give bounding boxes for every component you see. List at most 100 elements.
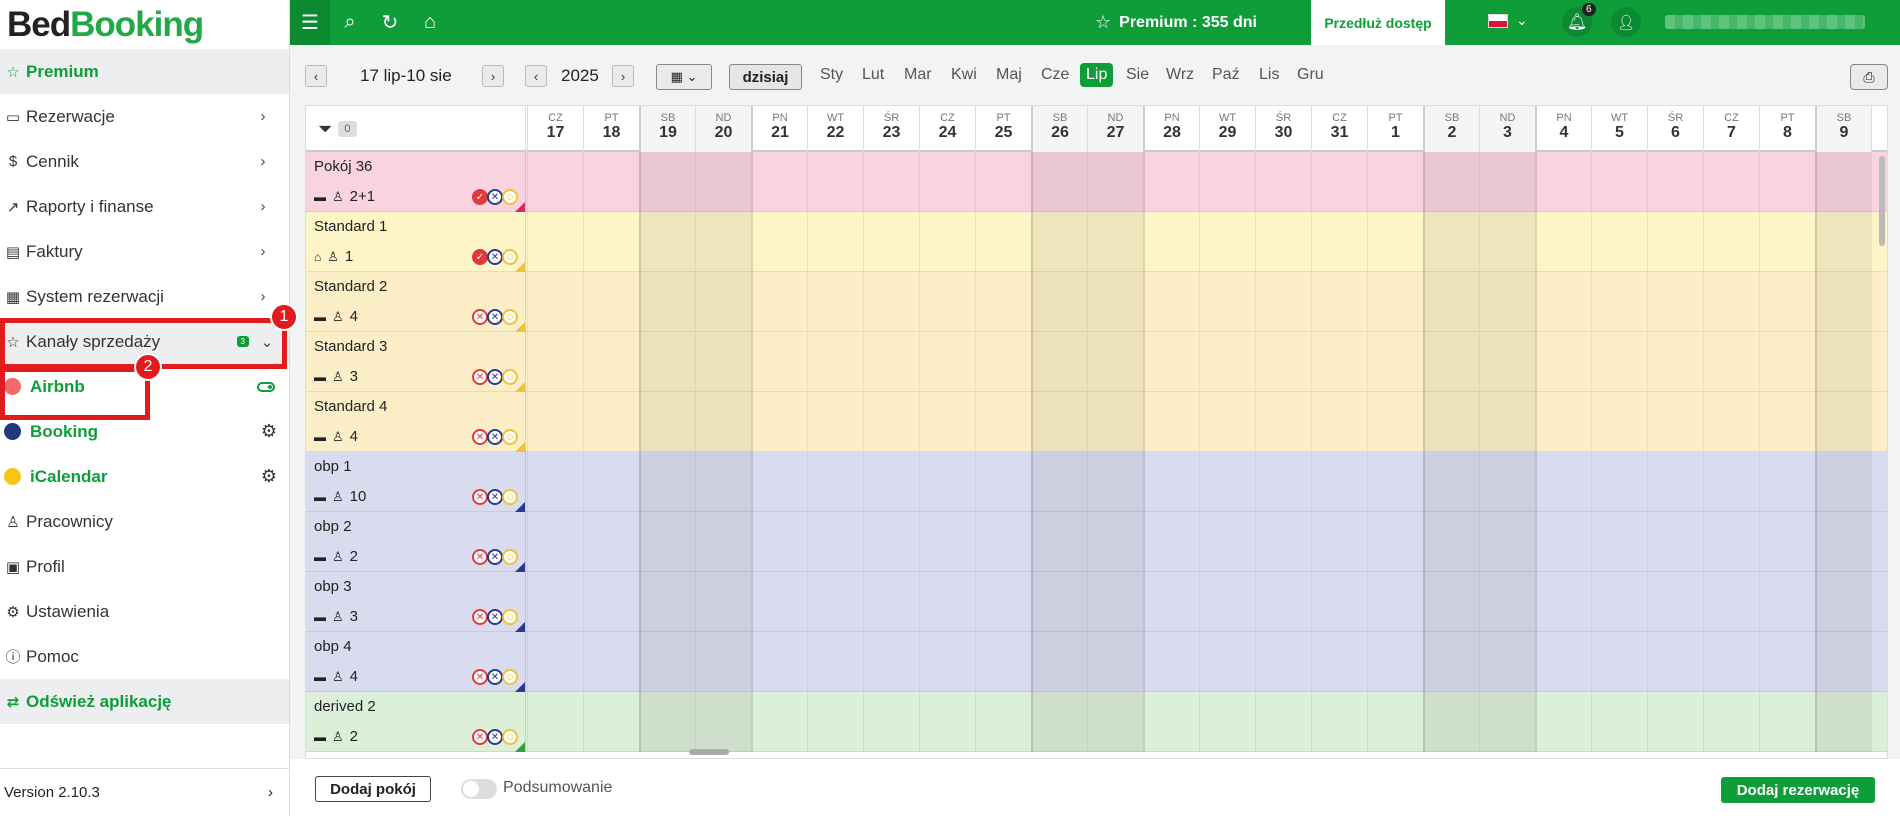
day-cell[interactable] xyxy=(1255,392,1311,452)
day-cell[interactable] xyxy=(1087,212,1143,272)
day-cell[interactable] xyxy=(1031,632,1087,692)
day-cell[interactable] xyxy=(863,392,919,452)
day-cell[interactable] xyxy=(1647,272,1703,332)
day-cell[interactable] xyxy=(583,152,639,212)
day-cell[interactable] xyxy=(1703,512,1759,572)
day-cell[interactable] xyxy=(919,632,975,692)
day-cell[interactable] xyxy=(1647,692,1703,752)
day-cell[interactable] xyxy=(1647,212,1703,272)
day-cell[interactable] xyxy=(1871,692,1887,752)
day-cell[interactable] xyxy=(1031,272,1087,332)
day-cell[interactable] xyxy=(751,332,807,392)
day-cell[interactable] xyxy=(1591,212,1647,272)
day-cell[interactable] xyxy=(1535,332,1591,392)
close-icon[interactable]: ✕ xyxy=(487,369,503,385)
sidebar-item-profil[interactable]: ▣ Profil xyxy=(0,544,289,589)
room-label[interactable]: Standard 3 ▬ ♙ 3 ✕ ✕ ☺ xyxy=(306,332,526,392)
day-cell[interactable] xyxy=(527,392,583,452)
user-name-blurred[interactable] xyxy=(1665,15,1865,29)
horizontal-scrollbar[interactable] xyxy=(689,749,729,755)
prev-range-button[interactable]: ‹ xyxy=(305,65,327,87)
sidebar-item-pracownicy[interactable]: ♙ Pracownicy xyxy=(0,499,289,544)
day-cell[interactable] xyxy=(1087,152,1143,212)
day-cell[interactable] xyxy=(863,692,919,752)
day-cell[interactable] xyxy=(1703,392,1759,452)
day-cell[interactable] xyxy=(1647,572,1703,632)
close-icon[interactable]: ✕ xyxy=(472,489,488,505)
day-cell[interactable] xyxy=(1367,332,1423,392)
day-cell[interactable] xyxy=(751,392,807,452)
day-cell[interactable] xyxy=(1815,152,1871,212)
day-cell[interactable] xyxy=(1759,632,1815,692)
day-cell[interactable] xyxy=(751,272,807,332)
close-icon[interactable]: ✕ xyxy=(487,669,503,685)
sidebar-item-premium[interactable]: ☆ Premium xyxy=(0,49,289,94)
day-cell[interactable] xyxy=(1087,332,1143,392)
day-cell[interactable] xyxy=(583,692,639,752)
day-cell[interactable] xyxy=(1647,332,1703,392)
calendar-picker-button[interactable]: ▦ ⌄ xyxy=(656,64,712,90)
day-cell[interactable] xyxy=(1535,572,1591,632)
day-cell[interactable] xyxy=(1311,152,1367,212)
day-cell[interactable] xyxy=(1815,212,1871,272)
day-cell[interactable] xyxy=(807,212,863,272)
day-cell[interactable] xyxy=(1031,572,1087,632)
day-cell[interactable] xyxy=(639,692,695,752)
day-cell[interactable] xyxy=(1199,632,1255,692)
day-cell[interactable] xyxy=(1423,452,1479,512)
day-cell[interactable] xyxy=(1759,152,1815,212)
day-cell[interactable] xyxy=(1199,512,1255,572)
day-cell[interactable] xyxy=(1367,692,1423,752)
room-label[interactable]: obp 1 ▬ ♙ 10 ✕ ✕ ☺ xyxy=(306,452,526,512)
day-cell[interactable] xyxy=(1535,272,1591,332)
day-cell[interactable] xyxy=(1479,152,1535,212)
day-cell[interactable] xyxy=(527,152,583,212)
filter-cell[interactable]: ⏷ 0 xyxy=(306,106,526,152)
day-cell[interactable] xyxy=(1087,392,1143,452)
day-cell[interactable] xyxy=(1423,152,1479,212)
day-cell[interactable] xyxy=(1031,212,1087,272)
day-cell[interactable] xyxy=(863,512,919,572)
sidebar-item-cennik[interactable]: $ Cennik › xyxy=(0,139,289,184)
day-cell[interactable] xyxy=(583,212,639,272)
day-cell[interactable] xyxy=(1423,212,1479,272)
day-cell[interactable] xyxy=(1255,572,1311,632)
day-cell[interactable] xyxy=(527,692,583,752)
day-cell[interactable] xyxy=(1591,152,1647,212)
day-cell[interactable] xyxy=(975,152,1031,212)
day-cell[interactable] xyxy=(807,632,863,692)
day-cell[interactable] xyxy=(1199,392,1255,452)
day-cell[interactable] xyxy=(639,212,695,272)
day-cell[interactable] xyxy=(1535,152,1591,212)
room-label[interactable]: Standard 2 ▬ ♙ 4 ✕ ✕ ☺ xyxy=(306,272,526,332)
day-cell[interactable] xyxy=(1255,272,1311,332)
day-cell[interactable] xyxy=(1311,572,1367,632)
day-cell[interactable] xyxy=(1255,452,1311,512)
day-cell[interactable] xyxy=(863,572,919,632)
day-cell[interactable] xyxy=(863,152,919,212)
day-cell[interactable] xyxy=(1703,452,1759,512)
close-icon[interactable]: ✕ xyxy=(487,489,503,505)
day-cell[interactable] xyxy=(751,152,807,212)
close-icon[interactable]: ✕ xyxy=(472,369,488,385)
day-cell[interactable] xyxy=(583,272,639,332)
day-cell[interactable] xyxy=(1199,572,1255,632)
day-cell[interactable] xyxy=(527,272,583,332)
day-cell[interactable] xyxy=(1423,512,1479,572)
day-cell[interactable] xyxy=(1087,512,1143,572)
day-cell[interactable] xyxy=(919,572,975,632)
next-year-button[interactable]: › xyxy=(612,65,634,87)
sidebar-item-faktury[interactable]: ▤ Faktury › xyxy=(0,229,289,274)
close-icon[interactable]: ✕ xyxy=(472,549,488,565)
month-maj[interactable]: Maj xyxy=(996,66,1022,84)
sidebar-item-raporty[interactable]: ↗ Raporty i finanse › xyxy=(0,184,289,229)
chevron-down-icon[interactable]: ⌄ xyxy=(1516,12,1528,29)
day-cell[interactable] xyxy=(751,692,807,752)
day-cell[interactable] xyxy=(1591,452,1647,512)
app-logo[interactable]: Bed Booking xyxy=(0,0,289,49)
sidebar-item-system-rezerwacji[interactable]: ▦ System rezerwacji › xyxy=(0,274,289,319)
month-cze[interactable]: Cze xyxy=(1041,66,1069,84)
day-cell[interactable] xyxy=(1591,272,1647,332)
next-range-button[interactable]: › xyxy=(482,65,504,87)
month-lis[interactable]: Lis xyxy=(1259,66,1279,84)
